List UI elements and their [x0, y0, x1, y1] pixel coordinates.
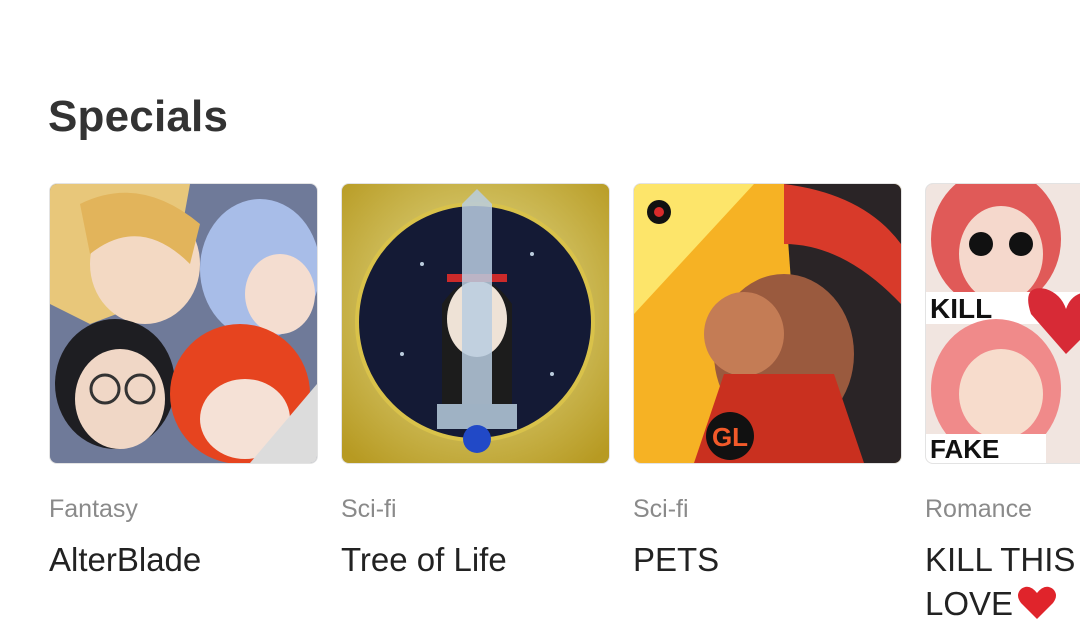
- comic-card-kill-this-love[interactable]: KILL FAKE Romance KILL THIS LOVE: [925, 183, 1080, 626]
- cover-image[interactable]: KILL FAKE: [925, 183, 1080, 464]
- card-title[interactable]: AlterBlade: [49, 538, 318, 582]
- svg-text:KILL: KILL: [930, 293, 992, 324]
- card-genre: Fantasy: [49, 495, 138, 523]
- heart-icon: [1018, 586, 1057, 619]
- specials-carousel[interactable]: Fantasy AlterBlade Sci-fi Tree of Life G…: [48, 183, 1080, 641]
- card-genre: Sci-fi: [633, 495, 689, 523]
- svg-text:FAKE: FAKE: [930, 434, 999, 463]
- card-genre: Sci-fi: [341, 495, 397, 523]
- comic-card-alterblade[interactable]: Fantasy AlterBlade: [49, 183, 318, 582]
- section-title: Specials: [48, 92, 229, 141]
- comic-card-tree-of-life[interactable]: Sci-fi Tree of Life: [341, 183, 610, 582]
- cover-image[interactable]: [341, 183, 610, 464]
- card-title[interactable]: PETS: [633, 538, 902, 582]
- card-title[interactable]: KILL THIS LOVE: [925, 538, 1080, 626]
- comic-card-pets[interactable]: GL Sci-fi PETS: [633, 183, 902, 582]
- svg-text:GL: GL: [712, 422, 748, 452]
- card-genre: Romance: [925, 495, 1032, 523]
- cover-image[interactable]: [49, 183, 318, 464]
- cover-image[interactable]: GL: [633, 183, 902, 464]
- card-title[interactable]: Tree of Life: [341, 538, 610, 582]
